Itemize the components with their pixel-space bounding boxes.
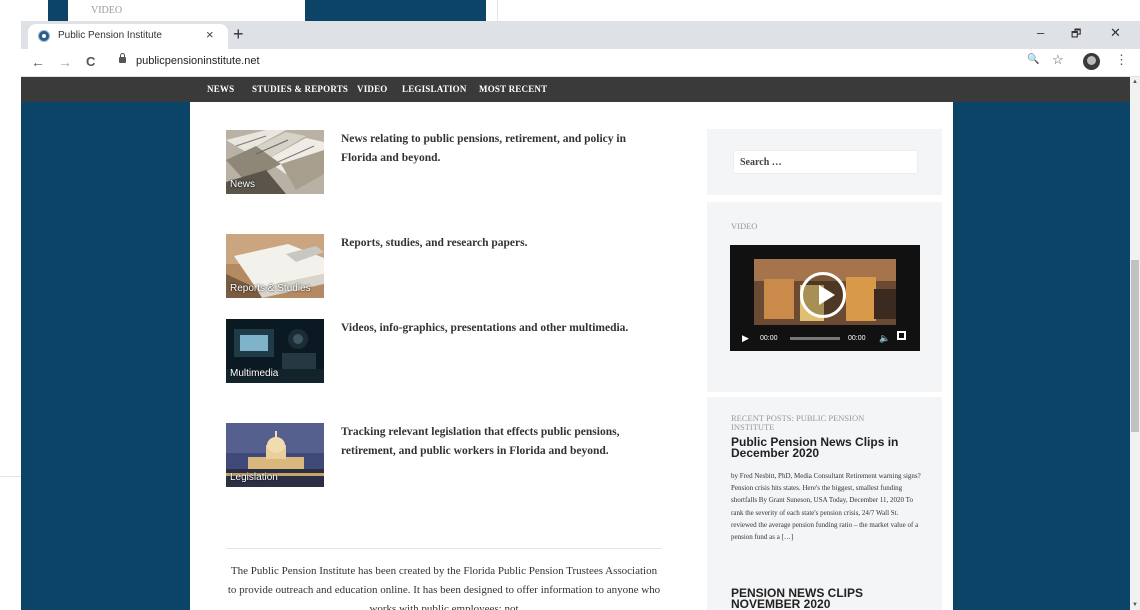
background-rule [0,476,21,477]
post-excerpt-1: by Fred Nesbitt, PhD, Media Consultant R… [731,472,921,542]
search-box [733,150,918,174]
volume-icon[interactable]: 🔈 [879,333,890,344]
site-favicon-icon [38,30,50,42]
multimedia-caption: Multimedia [230,368,279,379]
video-player[interactable]: ▶ 00:00 00:00 🔈 [730,245,920,351]
video-total-time: 00:00 [848,335,866,342]
browser-window: Public Pension Institute × + – 🗗 ✕ ← → C… [21,21,1140,610]
tab-public-pension-institute[interactable]: Public Pension Institute × [28,24,228,49]
video-controls: ▶ 00:00 00:00 🔈 [730,325,920,351]
video-widget-label: VIDEO [731,221,758,231]
play-icon[interactable] [800,272,846,318]
post-title-2[interactable]: PENSION NEWS CLIPS NOVEMBER 2020 [731,587,921,610]
nav-most-recent[interactable]: MOST RECENT [479,84,547,94]
news-description[interactable]: News relating to public pensions, retire… [341,130,661,168]
recent-posts-label: RECENT POSTS: PUBLIC PENSION INSTITUTE [731,413,865,432]
background-navy-panel [305,0,486,21]
nav-legislation[interactable]: LEGISLATION [402,84,467,94]
fullscreen-icon[interactable] [897,331,906,340]
scroll-up-icon[interactable]: ▲ [1132,79,1138,85]
recent-posts-widget: RECENT POSTS: PUBLIC PENSION INSTITUTE P… [707,397,942,610]
background-left-strip [0,21,21,610]
video-progress-bar[interactable] [790,337,840,340]
url-field[interactable]: publicpensioninstitute.net [114,52,1064,72]
lock-icon [119,53,126,63]
scroll-down-icon[interactable]: ▼ [1132,602,1138,608]
video-current-time: 00:00 [760,335,778,342]
video-play-icon[interactable]: ▶ [742,333,749,344]
multimedia-description[interactable]: Videos, info-graphics, presentations and… [341,319,661,338]
reports-description[interactable]: Reports, studies, and research papers. [341,234,661,253]
background-window: VIDEO [0,0,1140,21]
profile-avatar[interactable] [1083,53,1100,70]
url-text: publicpensioninstitute.net [136,55,260,67]
nav-studies-reports[interactable]: STUDIES & REPORTS [252,84,348,94]
content-divider [226,548,662,549]
legislation-description[interactable]: Tracking relevant legislation that effec… [341,423,661,461]
new-tab-button[interactable]: + [233,24,244,44]
tab-strip: Public Pension Institute × + – 🗗 ✕ [21,21,1140,49]
legislation-thumbnail[interactable]: Legislation [226,423,324,487]
news-thumbnail[interactable]: News [226,130,324,194]
background-navy-block [48,0,68,21]
forward-button[interactable]: → [58,54,72,70]
multimedia-thumbnail[interactable]: Multimedia [226,319,324,383]
news-caption: News [230,179,256,190]
post-title-1[interactable]: Public Pension News Clips in December 20… [731,436,921,459]
scrollbar-thumb[interactable] [1131,260,1139,432]
content-area: News News relating to public pensions, r… [190,102,953,610]
close-window-button[interactable]: ✕ [1110,25,1121,41]
restore-button[interactable]: 🗗 [1071,25,1081,44]
reload-button[interactable]: C [86,54,95,69]
legislation-caption: Legislation [230,472,278,483]
page-scrollbar[interactable]: ▲ ▼ [1130,77,1140,610]
zoom-icon[interactable]: 🔍 [1027,54,1039,65]
about-paragraph: The Public Pension Institute has been cr… [227,565,661,610]
browser-menu-icon[interactable]: ⋮ [1115,52,1128,68]
minimize-button[interactable]: – [1037,25,1044,40]
background-divider [497,0,498,21]
search-input[interactable] [734,151,910,173]
tab-title: Public Pension Institute [58,30,162,41]
address-bar: ← → C publicpensioninstitute.net 🔍 ☆ ⋮ [21,49,1140,77]
site-navigation: NEWS STUDIES & REPORTS VIDEO LEGISLATION… [21,77,1130,102]
nav-video[interactable]: VIDEO [357,84,388,94]
tab-close-icon[interactable]: × [206,27,214,42]
background-video-label: VIDEO [91,5,123,16]
page-body: News News relating to public pensions, r… [21,102,1130,610]
nav-news[interactable]: NEWS [207,84,234,94]
reports-caption: Reports & Studies [230,283,311,294]
search-widget [707,129,942,195]
back-button[interactable]: ← [31,54,45,70]
bookmark-star-icon[interactable]: ☆ [1052,52,1064,68]
video-widget: VIDEO ▶ 00:00 00:00 🔈 [707,202,942,392]
reports-thumbnail[interactable]: Reports & Studies [226,234,324,298]
